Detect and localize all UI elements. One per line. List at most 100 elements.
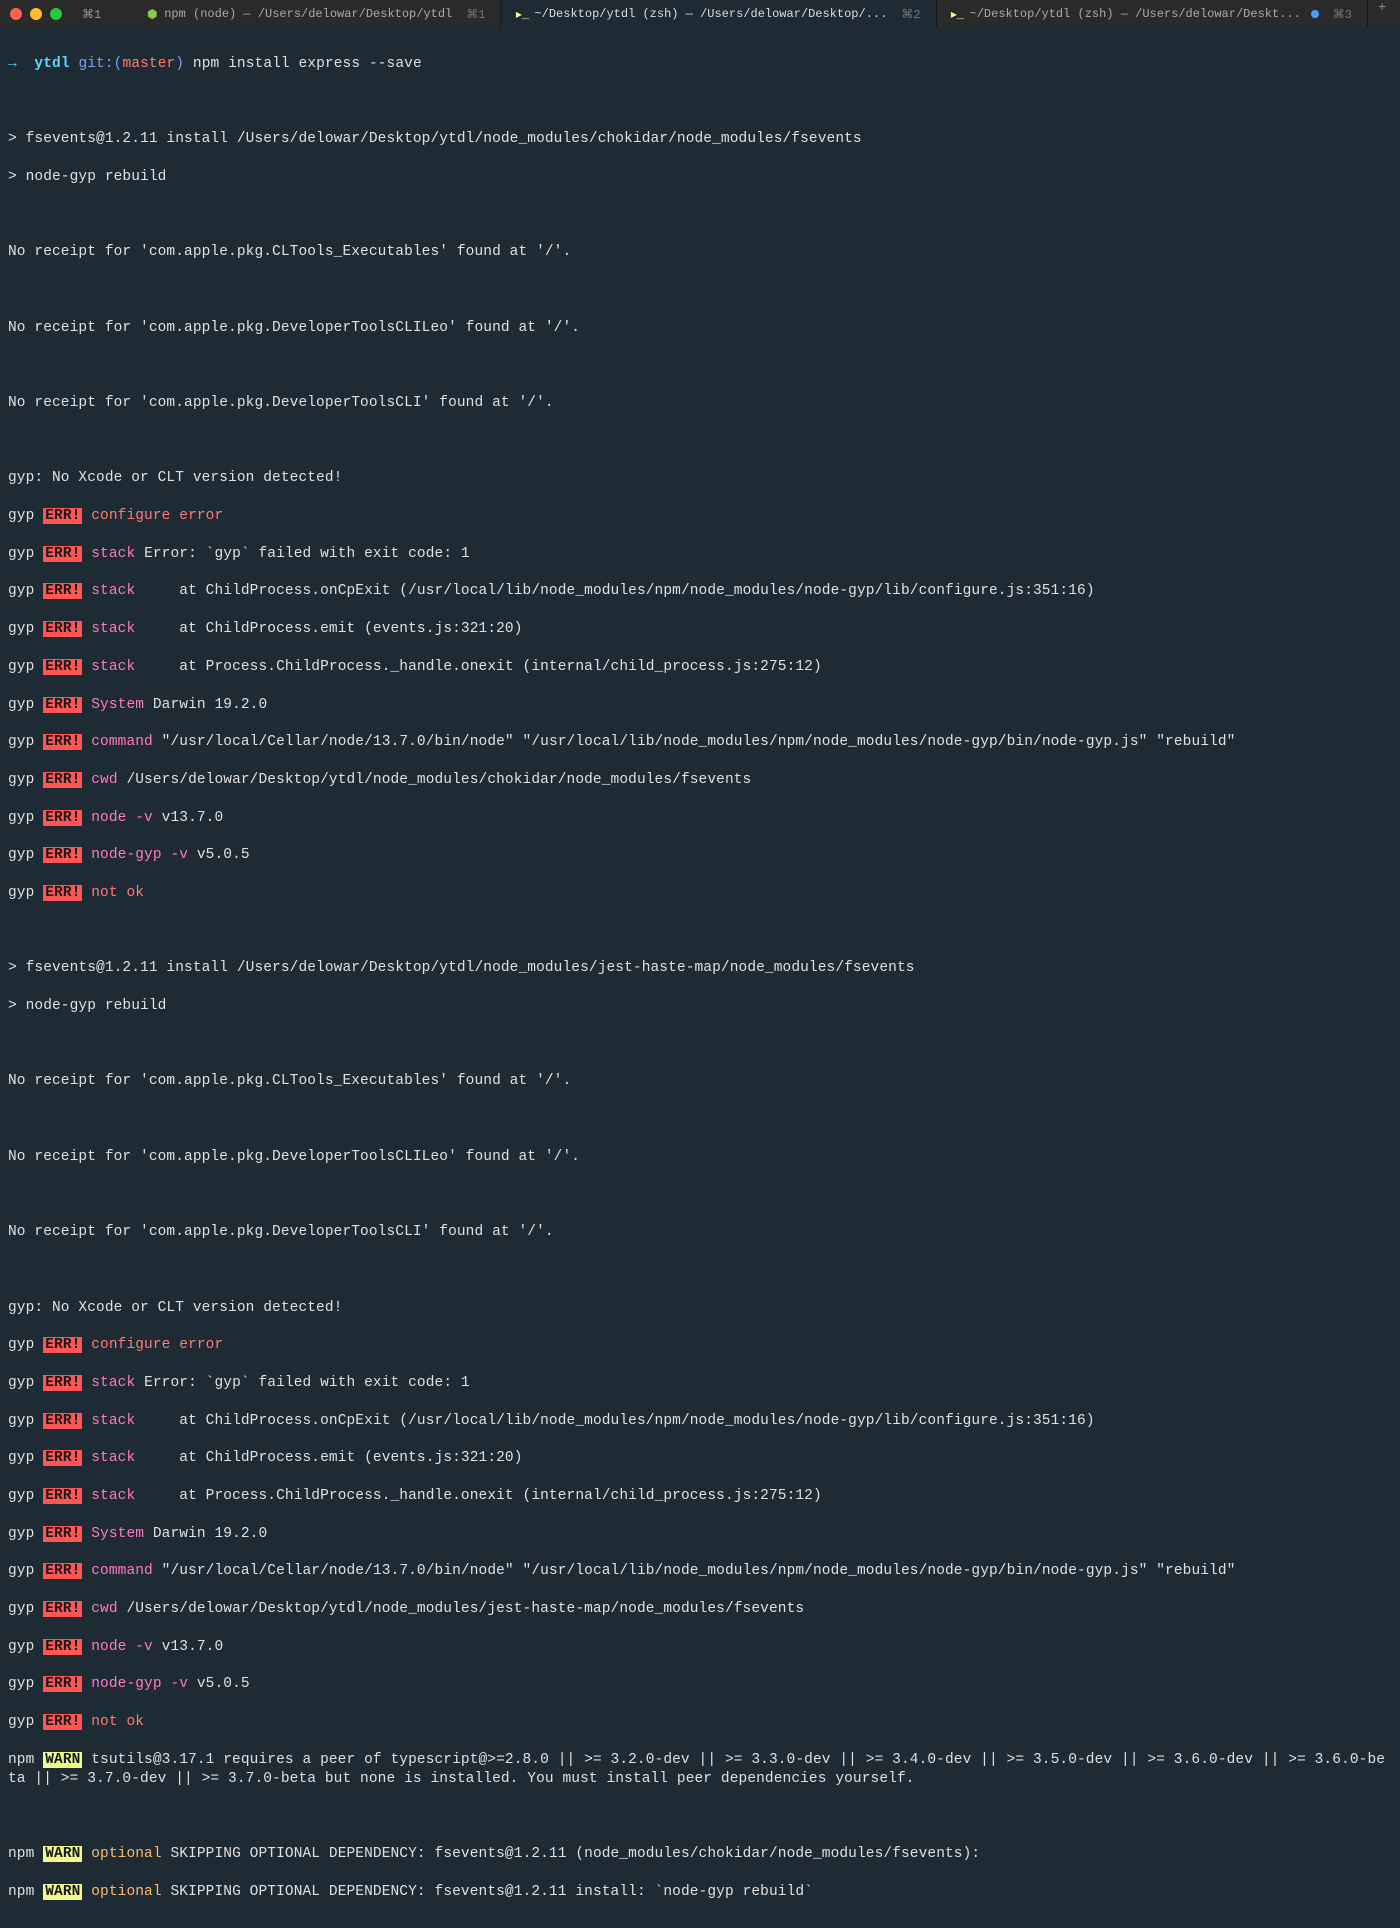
terminal-output[interactable]: → ytdl git:(master) npm install express …	[0, 28, 1400, 1928]
err-badge: ERR!	[43, 1450, 82, 1466]
traffic-lights	[10, 8, 62, 20]
output-line: No receipt for 'com.apple.pkg.DeveloperT…	[8, 319, 1392, 338]
gyp-error-line: gyp ERR! stack Error: `gyp` failed with …	[8, 1374, 1392, 1393]
tab-title: ~/Desktop/ytdl (zsh) — /Users/delowar/De…	[534, 7, 887, 21]
npm-warn-line: npm WARN optional SKIPPING OPTIONAL DEPE…	[8, 1845, 1392, 1864]
tab-1[interactable]: ⬢ npm (node) — /Users/delowar/Desktop/yt…	[131, 0, 501, 28]
tab-3[interactable]: ▸_ ~/Desktop/ytdl (zsh) — /Users/delowar…	[937, 0, 1368, 28]
gyp-error-line: gyp ERR! stack at ChildProcess.onCpExit …	[8, 1412, 1392, 1431]
gyp-error-line: gyp ERR! node-gyp -v v5.0.5	[8, 1675, 1392, 1694]
err-badge: ERR!	[43, 1488, 82, 1504]
npm-warn-line: npm WARN tsutils@3.17.1 requires a peer …	[8, 1751, 1392, 1789]
err-badge: ERR!	[43, 659, 82, 675]
gyp-error-line: gyp ERR! stack at ChildProcess.emit (eve…	[8, 620, 1392, 639]
output-line: gyp: No Xcode or CLT version detected!	[8, 1299, 1392, 1318]
warn-badge: WARN	[43, 1846, 82, 1862]
output-line: No receipt for 'com.apple.pkg.DeveloperT…	[8, 1148, 1392, 1167]
err-badge: ERR!	[43, 621, 82, 637]
prompt-line: → ytdl git:(master) npm install express …	[8, 55, 1392, 74]
tab-shortcut: ⌘3	[1333, 7, 1352, 22]
git-branch: master	[122, 56, 175, 72]
err-badge: ERR!	[43, 885, 82, 901]
output-line: > fsevents@1.2.11 install /Users/delowar…	[8, 959, 1392, 978]
output-line	[8, 1035, 1392, 1054]
err-badge: ERR!	[43, 697, 82, 713]
err-badge: ERR!	[43, 546, 82, 562]
output-line	[8, 922, 1392, 941]
err-badge: ERR!	[43, 810, 82, 826]
gyp-error-line: gyp ERR! stack at Process.ChildProcess._…	[8, 658, 1392, 677]
tab-shortcut: ⌘1	[466, 7, 485, 22]
gyp-error-line: gyp ERR! not ok	[8, 884, 1392, 903]
output-line	[8, 356, 1392, 375]
gyp-error-line: gyp ERR! node-gyp -v v5.0.5	[8, 846, 1392, 865]
err-badge: ERR!	[43, 1413, 82, 1429]
warn-badge: WARN	[43, 1884, 82, 1900]
err-badge: ERR!	[43, 1526, 82, 1542]
output-line	[8, 206, 1392, 225]
tab-2[interactable]: ▸_ ~/Desktop/ytdl (zsh) — /Users/delowar…	[501, 0, 936, 28]
gyp-error-line: gyp ERR! stack at ChildProcess.emit (eve…	[8, 1449, 1392, 1468]
gyp-error-line: gyp ERR! node -v v13.7.0	[8, 1638, 1392, 1657]
err-badge: ERR!	[43, 1337, 82, 1353]
output-line	[8, 1807, 1392, 1826]
err-badge: ERR!	[43, 847, 82, 863]
output-line: No receipt for 'com.apple.pkg.CLTools_Ex…	[8, 243, 1392, 262]
new-tab-button[interactable]: +	[1368, 0, 1396, 28]
err-badge: ERR!	[43, 1601, 82, 1617]
err-badge: ERR!	[43, 1639, 82, 1655]
output-line: > node-gyp rebuild	[8, 168, 1392, 187]
terminal-icon: ▸_	[952, 8, 964, 20]
npm-warn-line: npm WARN optional SKIPPING OPTIONAL DEPE…	[8, 1883, 1392, 1902]
gyp-error-line: gyp ERR! stack at ChildProcess.onCpExit …	[8, 582, 1392, 601]
err-badge: ERR!	[43, 1375, 82, 1391]
gyp-error-line: gyp ERR! cwd /Users/delowar/Desktop/ytdl…	[8, 1600, 1392, 1619]
output-line: > fsevents@1.2.11 install /Users/delowar…	[8, 130, 1392, 149]
close-button[interactable]	[10, 8, 22, 20]
gyp-error-line: gyp ERR! command "/usr/local/Cellar/node…	[8, 733, 1392, 752]
tab-title: npm (node) — /Users/delowar/Desktop/ytdl	[164, 7, 452, 21]
minimize-button[interactable]	[30, 8, 42, 20]
node-icon: ⬢	[146, 8, 158, 20]
output-line: No receipt for 'com.apple.pkg.DeveloperT…	[8, 1223, 1392, 1242]
gyp-error-line: gyp ERR! System Darwin 19.2.0	[8, 696, 1392, 715]
tab-title: ~/Desktop/ytdl (zsh) — /Users/delowar/De…	[970, 7, 1301, 21]
gyp-error-line: gyp ERR! command "/usr/local/Cellar/node…	[8, 1562, 1392, 1581]
err-badge: ERR!	[43, 772, 82, 788]
err-badge: ERR!	[43, 583, 82, 599]
output-line	[8, 1261, 1392, 1280]
gyp-error-line: gyp ERR! not ok	[8, 1713, 1392, 1732]
titlebar: ⌘1 ⬢ npm (node) — /Users/delowar/Desktop…	[0, 0, 1400, 28]
maximize-button[interactable]	[50, 8, 62, 20]
err-badge: ERR!	[43, 1714, 82, 1730]
output-line	[8, 281, 1392, 300]
err-badge: ERR!	[43, 1563, 82, 1579]
window-shortcut: ⌘1	[82, 7, 101, 22]
git-label: git:	[78, 56, 113, 72]
gyp-error-line: gyp ERR! stack Error: `gyp` failed with …	[8, 545, 1392, 564]
output-line: No receipt for 'com.apple.pkg.CLTools_Ex…	[8, 1072, 1392, 1091]
output-line: No receipt for 'com.apple.pkg.DeveloperT…	[8, 394, 1392, 413]
gyp-error-line: gyp ERR! node -v v13.7.0	[8, 809, 1392, 828]
warn-badge: WARN	[43, 1752, 82, 1768]
err-badge: ERR!	[43, 734, 82, 750]
err-badge: ERR!	[43, 1676, 82, 1692]
prompt-path: ytdl	[34, 56, 69, 72]
terminal-icon: ▸_	[516, 8, 528, 20]
output-line	[8, 93, 1392, 112]
gyp-error-line: gyp ERR! stack at Process.ChildProcess._…	[8, 1487, 1392, 1506]
prompt-arrow-icon: →	[8, 56, 17, 72]
output-line: gyp: No Xcode or CLT version detected!	[8, 469, 1392, 488]
gyp-error-line: gyp ERR! configure error	[8, 1336, 1392, 1355]
tabs: ⬢ npm (node) — /Users/delowar/Desktop/yt…	[131, 0, 1396, 28]
gyp-error-line: gyp ERR! configure error	[8, 507, 1392, 526]
output-line: > node-gyp rebuild	[8, 997, 1392, 1016]
activity-dot-icon	[1311, 10, 1319, 18]
gyp-error-line: gyp ERR! System Darwin 19.2.0	[8, 1525, 1392, 1544]
command-text: npm install express --save	[193, 56, 422, 72]
err-badge: ERR!	[43, 508, 82, 524]
output-line	[8, 432, 1392, 451]
output-line	[8, 1185, 1392, 1204]
output-line	[8, 1110, 1392, 1129]
gyp-error-line: gyp ERR! cwd /Users/delowar/Desktop/ytdl…	[8, 771, 1392, 790]
